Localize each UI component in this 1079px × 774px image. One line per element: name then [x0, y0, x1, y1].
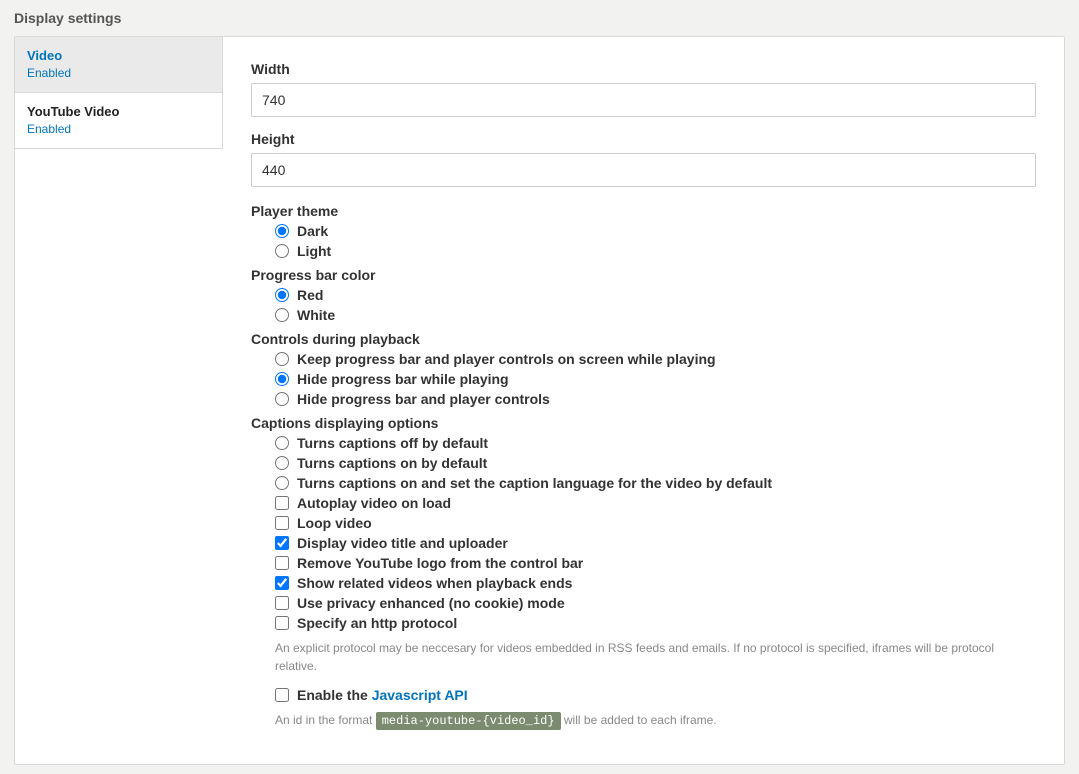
radio-red[interactable]	[275, 288, 289, 302]
checkbox-display-title-row: Display video title and uploader	[275, 533, 1036, 553]
height-input[interactable]	[251, 153, 1036, 187]
height-label: Height	[251, 131, 1036, 147]
radio-cap-lang-row: Turns captions on and set the caption la…	[275, 473, 1036, 493]
checkbox-jsapi-label: Enable the Javascript API	[297, 687, 468, 703]
jsapi-help-suffix: will be added to each iframe.	[564, 713, 717, 727]
radio-light-row: Light	[275, 241, 1036, 261]
javascript-api-link[interactable]: Javascript API	[372, 687, 468, 703]
radio-hide-progress-label: Hide progress bar while playing	[297, 371, 509, 387]
radio-cap-on-row: Turns captions on by default	[275, 453, 1036, 473]
radio-keep-row: Keep progress bar and player controls on…	[275, 349, 1036, 369]
captions-label: Captions displaying options	[251, 415, 1036, 431]
checkbox-http-label: Specify an http protocol	[297, 615, 457, 631]
player-theme-label: Player theme	[251, 203, 1036, 219]
checkbox-autoplay-label: Autoplay video on load	[297, 495, 451, 511]
checkbox-jsapi[interactable]	[275, 688, 289, 702]
checkbox-loop-row: Loop video	[275, 513, 1036, 533]
checkbox-related-label: Show related videos when playback ends	[297, 575, 572, 591]
radio-cap-lang-label: Turns captions on and set the caption la…	[297, 475, 772, 491]
http-help-text: An explicit protocol may be neccesary fo…	[275, 639, 1036, 675]
checkbox-privacy-row: Use privacy enhanced (no cookie) mode	[275, 593, 1036, 613]
jsapi-help-text: An id in the format media-youtube-{video…	[275, 711, 1036, 730]
radio-red-label: Red	[297, 287, 323, 303]
radio-hide-both-row: Hide progress bar and player controls	[275, 389, 1036, 409]
settings-content: Width Height Player theme Dark Light Pro…	[223, 37, 1064, 764]
radio-cap-off[interactable]	[275, 436, 289, 450]
settings-panel: Video Enabled YouTube Video Enabled Widt…	[14, 36, 1065, 765]
section-title: Display settings	[14, 10, 1065, 26]
radio-dark[interactable]	[275, 224, 289, 238]
radio-cap-on[interactable]	[275, 456, 289, 470]
radio-red-row: Red	[275, 285, 1036, 305]
checkbox-privacy-label: Use privacy enhanced (no cookie) mode	[297, 595, 565, 611]
tabs-list: Video Enabled YouTube Video Enabled	[15, 37, 223, 149]
jsapi-help-code: media-youtube-{video_id}	[376, 712, 561, 730]
checkbox-remove-logo-row: Remove YouTube logo from the control bar	[275, 553, 1036, 573]
radio-white[interactable]	[275, 308, 289, 322]
jsapi-prefix: Enable the	[297, 687, 372, 703]
radio-hide-progress-row: Hide progress bar while playing	[275, 369, 1036, 389]
checkbox-related-row: Show related videos when playback ends	[275, 573, 1036, 593]
checkbox-jsapi-row: Enable the Javascript API	[275, 685, 1036, 705]
checkbox-loop[interactable]	[275, 516, 289, 530]
progress-color-label: Progress bar color	[251, 267, 1036, 283]
radio-white-row: White	[275, 305, 1036, 325]
checkbox-remove-logo-label: Remove YouTube logo from the control bar	[297, 555, 583, 571]
checkbox-remove-logo[interactable]	[275, 556, 289, 570]
radio-light[interactable]	[275, 244, 289, 258]
checkbox-related[interactable]	[275, 576, 289, 590]
radio-keep[interactable]	[275, 352, 289, 366]
radio-hide-both[interactable]	[275, 392, 289, 406]
radio-cap-off-row: Turns captions off by default	[275, 433, 1036, 453]
radio-cap-off-label: Turns captions off by default	[297, 435, 488, 451]
checkbox-autoplay-row: Autoplay video on load	[275, 493, 1036, 513]
checkbox-http[interactable]	[275, 616, 289, 630]
radio-cap-lang[interactable]	[275, 476, 289, 490]
width-label: Width	[251, 61, 1036, 77]
radio-hide-both-label: Hide progress bar and player controls	[297, 391, 550, 407]
tab-status: Enabled	[27, 121, 210, 138]
radio-keep-label: Keep progress bar and player controls on…	[297, 351, 716, 367]
checkbox-autoplay[interactable]	[275, 496, 289, 510]
radio-white-label: White	[297, 307, 335, 323]
tab-title: YouTube Video	[27, 103, 210, 121]
radio-dark-row: Dark	[275, 221, 1036, 241]
tab-title: Video	[27, 47, 210, 65]
checkbox-privacy[interactable]	[275, 596, 289, 610]
checkbox-display-title-label: Display video title and uploader	[297, 535, 508, 551]
jsapi-help-prefix: An id in the format	[275, 713, 376, 727]
tab-youtube-video[interactable]: YouTube Video Enabled	[15, 93, 222, 149]
radio-hide-progress[interactable]	[275, 372, 289, 386]
checkbox-display-title[interactable]	[275, 536, 289, 550]
radio-dark-label: Dark	[297, 223, 328, 239]
tab-video[interactable]: Video Enabled	[15, 37, 222, 93]
tab-status: Enabled	[27, 65, 210, 82]
checkbox-http-row: Specify an http protocol	[275, 613, 1036, 633]
radio-light-label: Light	[297, 243, 331, 259]
width-input[interactable]	[251, 83, 1036, 117]
controls-label: Controls during playback	[251, 331, 1036, 347]
radio-cap-on-label: Turns captions on by default	[297, 455, 487, 471]
checkbox-loop-label: Loop video	[297, 515, 372, 531]
